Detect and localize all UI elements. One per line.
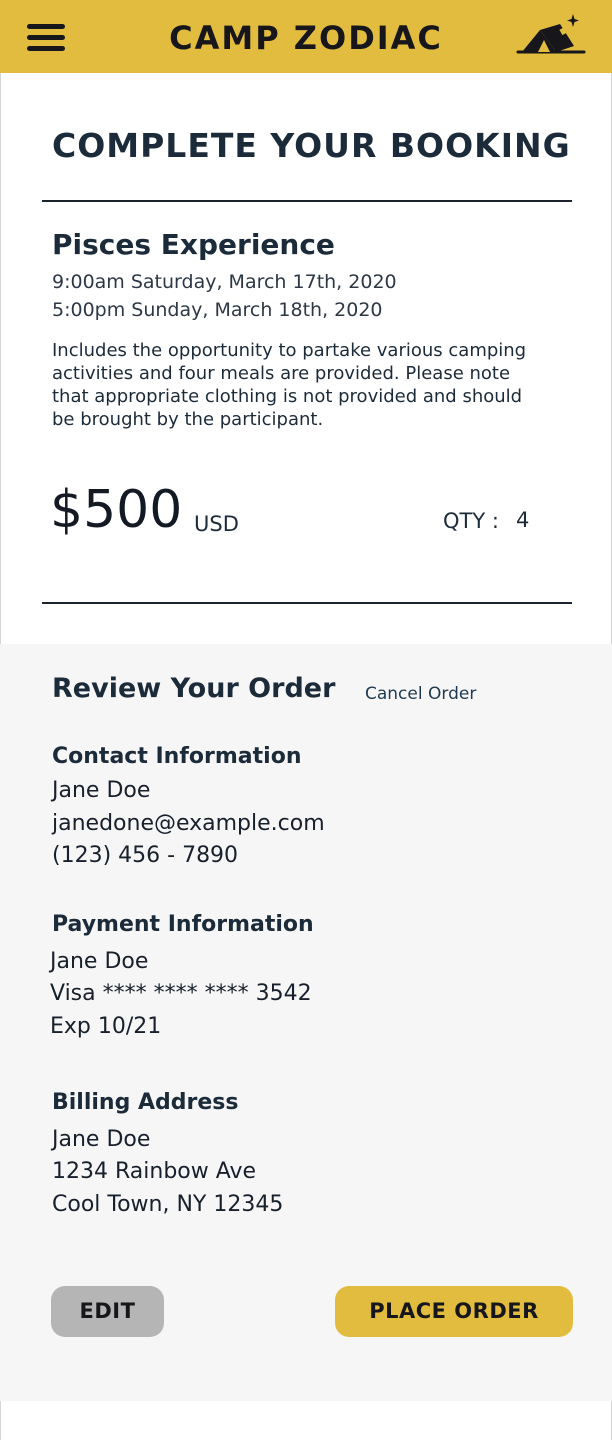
billing-street: 1234 Rainbow Ave bbox=[52, 1159, 257, 1184]
contact-phone: (123) 456 - 7890 bbox=[52, 843, 239, 868]
review-order-title: Review Your Order bbox=[52, 673, 336, 704]
page-title: COMPLETE YOUR BOOKING bbox=[52, 126, 571, 165]
event-title: Pisces Experience bbox=[52, 228, 335, 261]
edit-button[interactable]: EDIT bbox=[51, 1286, 164, 1337]
cancel-order-link[interactable]: Cancel Order bbox=[365, 684, 476, 704]
divider bbox=[42, 200, 572, 202]
event-end-date: 5:00pm Sunday, March 18th, 2020 bbox=[52, 299, 383, 321]
event-start-date: 9:00am Saturday, March 17th, 2020 bbox=[52, 271, 397, 293]
divider bbox=[42, 602, 572, 604]
event-price: $500 bbox=[50, 480, 183, 540]
payment-info-heading: Payment Information bbox=[52, 912, 314, 937]
payment-expiry: Exp 10/21 bbox=[50, 1014, 162, 1039]
contact-name: Jane Doe bbox=[52, 778, 151, 803]
payment-card: Visa **** **** **** 3542 bbox=[50, 981, 312, 1006]
quantity-label: QTY : bbox=[443, 509, 499, 533]
billing-name: Jane Doe bbox=[52, 1127, 151, 1152]
payment-name: Jane Doe bbox=[50, 949, 149, 974]
billing-address-heading: Billing Address bbox=[52, 1090, 239, 1115]
tent-telescope-logo-icon bbox=[516, 14, 586, 54]
place-order-button[interactable]: PLACE ORDER bbox=[335, 1286, 573, 1337]
contact-email: janedone@example.com bbox=[52, 811, 325, 836]
quantity-value: 4 bbox=[516, 508, 530, 532]
billing-city: Cool Town, NY 12345 bbox=[52, 1192, 284, 1217]
contact-info-heading: Contact Information bbox=[52, 744, 302, 769]
app-header: CAMP ZODIAC bbox=[0, 0, 612, 73]
event-description: Includes the opportunity to partake vari… bbox=[52, 340, 527, 430]
price-currency: USD bbox=[194, 512, 239, 536]
